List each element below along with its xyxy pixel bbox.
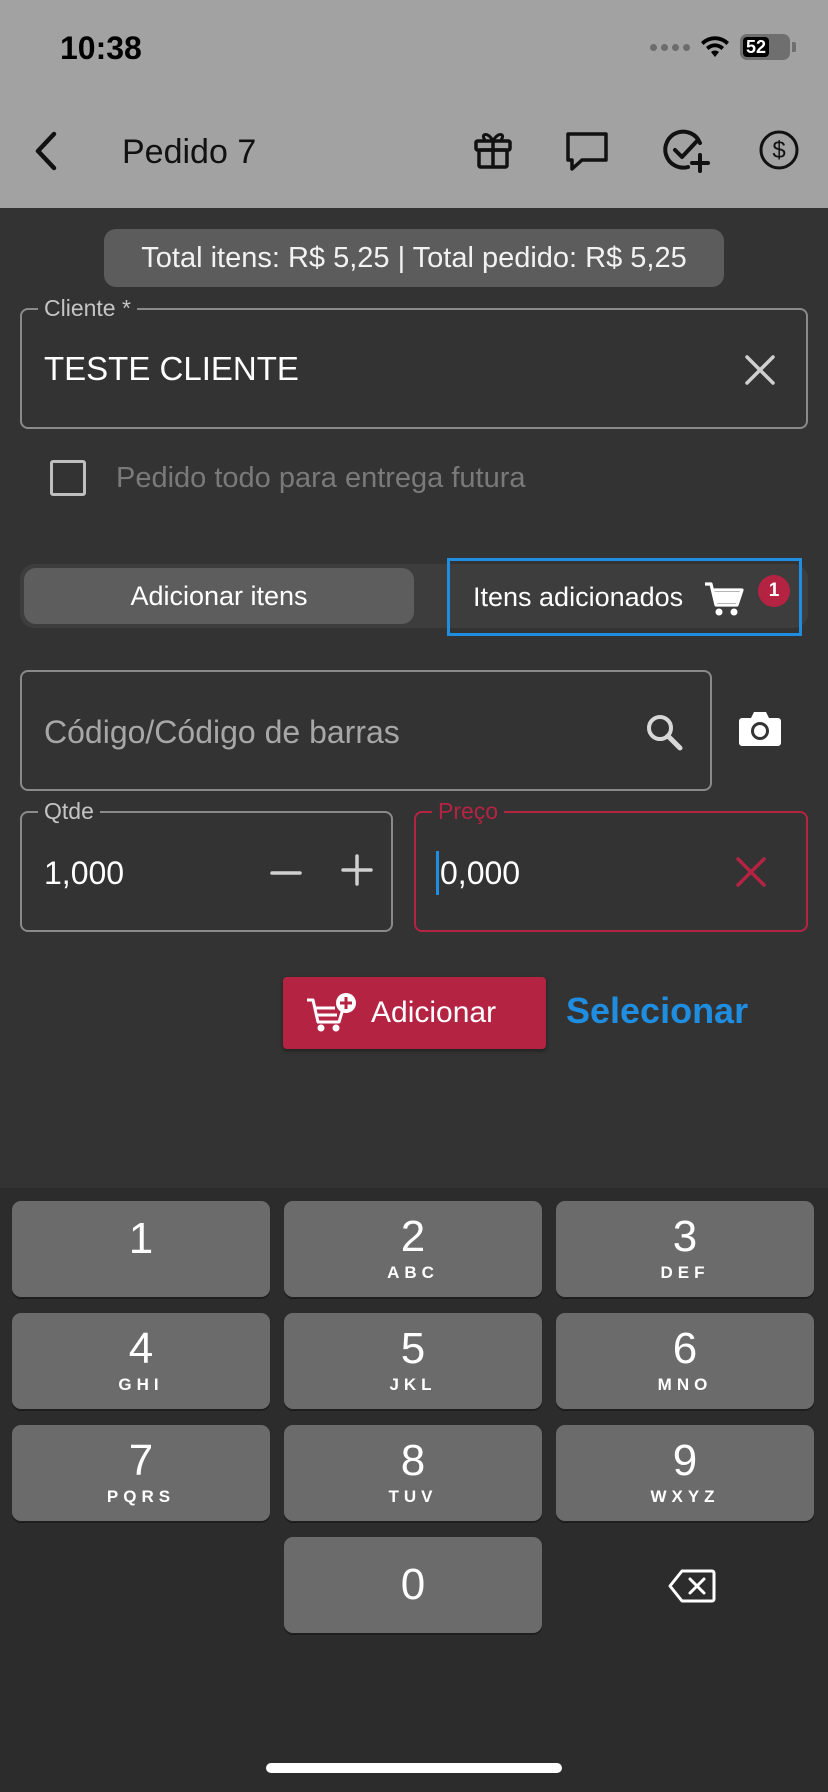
status-time: 10:38: [60, 30, 142, 66]
status-indicators: 52: [650, 34, 796, 60]
items-tabs: Adicionar itens Itens adicionados 1: [20, 558, 808, 636]
entrega-futura-row[interactable]: Pedido todo para entrega futura: [50, 460, 526, 496]
gift-icon[interactable]: [468, 125, 518, 175]
minus-icon[interactable]: [270, 857, 302, 889]
entrega-futura-checkbox[interactable]: [50, 460, 86, 496]
key-digit: 3: [672, 1212, 698, 1261]
key-0[interactable]: 0: [284, 1537, 542, 1633]
preco-label: Preço: [432, 796, 505, 826]
app-bar: Pedido 7 $: [0, 95, 828, 208]
qtde-field[interactable]: Qtde 1,000: [20, 796, 393, 932]
key-letters: PQRS: [106, 1487, 176, 1506]
search-icon[interactable]: [644, 712, 684, 752]
preco-field[interactable]: Preço 0,000: [414, 796, 808, 932]
cellular-signal-icon: [650, 43, 690, 51]
battery-level: 52: [743, 37, 769, 57]
add-item-label: Adicionar: [371, 996, 497, 1029]
key-digit: 0: [400, 1560, 426, 1609]
text-caret: [436, 851, 439, 895]
preco-value: 0,000: [440, 855, 521, 891]
cart-icon: [705, 582, 744, 616]
camera-icon[interactable]: [738, 708, 782, 748]
close-icon[interactable]: [734, 855, 768, 889]
tab-add-items[interactable]: Adicionar itens: [24, 568, 414, 624]
key-digit: 2: [400, 1212, 426, 1261]
order-totals: Total itens: R$ 5,25 | Total pedido: R$ …: [104, 229, 724, 287]
qtde-label: Qtde: [38, 796, 100, 826]
cliente-field[interactable]: Cliente * TESTE CLIENTE: [20, 293, 808, 429]
key-digit: 1: [128, 1214, 154, 1263]
cliente-value: TESTE CLIENTE: [44, 350, 299, 387]
key-4[interactable]: 4 GHI: [12, 1313, 270, 1409]
codigo-input[interactable]: Código/Código de barras: [20, 670, 712, 791]
battery-icon: 52: [740, 34, 790, 60]
status-bar: 10:38 52: [0, 0, 828, 95]
back-icon[interactable]: [26, 128, 66, 174]
key-digit: 9: [672, 1436, 698, 1485]
cart-add-icon: [307, 993, 356, 1032]
page-title: Pedido 7: [122, 133, 257, 171]
codigo-placeholder: Código/Código de barras: [44, 714, 400, 750]
key-8[interactable]: 8 TUV: [284, 1425, 542, 1521]
plus-icon[interactable]: [340, 853, 374, 887]
cliente-label: Cliente *: [38, 293, 137, 323]
key-6[interactable]: 6 MNO: [556, 1313, 814, 1409]
wifi-icon: [701, 36, 729, 57]
cart-count-badge: 1: [758, 575, 790, 607]
backspace-icon[interactable]: [668, 1568, 716, 1604]
key-letters: MNO: [657, 1375, 713, 1394]
home-indicator: [266, 1763, 562, 1773]
key-digit: 4: [128, 1324, 154, 1373]
key-digit: 5: [400, 1324, 426, 1373]
key-digit: 6: [672, 1324, 698, 1373]
key-7[interactable]: 7 PQRS: [12, 1425, 270, 1521]
tab-added-items[interactable]: Itens adicionados 1: [447, 558, 802, 636]
key-letters: GHI: [118, 1375, 164, 1394]
key-letters: ABC: [387, 1263, 439, 1282]
key-letters: TUV: [388, 1487, 438, 1506]
key-letters: WXYZ: [650, 1487, 720, 1506]
key-3[interactable]: 3 DEF: [556, 1201, 814, 1297]
key-2[interactable]: 2 ABC: [284, 1201, 542, 1297]
dollar-icon[interactable]: $: [754, 125, 804, 175]
qtde-value: 1,000: [44, 855, 125, 891]
key-9[interactable]: 9 WXYZ: [556, 1425, 814, 1521]
check-plus-icon[interactable]: [660, 125, 710, 175]
key-5[interactable]: 5 JKL: [284, 1313, 542, 1409]
key-digit: 7: [128, 1436, 154, 1485]
svg-text:$: $: [772, 137, 785, 164]
tab-added-items-label: Itens adicionados: [473, 582, 684, 612]
key-1[interactable]: 1: [12, 1201, 270, 1297]
close-icon[interactable]: [742, 352, 778, 388]
key-letters: JKL: [389, 1375, 437, 1394]
select-link[interactable]: Selecionar: [566, 990, 748, 1032]
entrega-futura-label: Pedido todo para entrega futura: [116, 461, 526, 494]
key-letters: DEF: [660, 1263, 710, 1282]
add-item-button[interactable]: Adicionar: [283, 977, 546, 1049]
key-digit: 8: [400, 1436, 426, 1485]
chat-icon[interactable]: [562, 125, 612, 175]
battery-tip: [792, 42, 796, 52]
